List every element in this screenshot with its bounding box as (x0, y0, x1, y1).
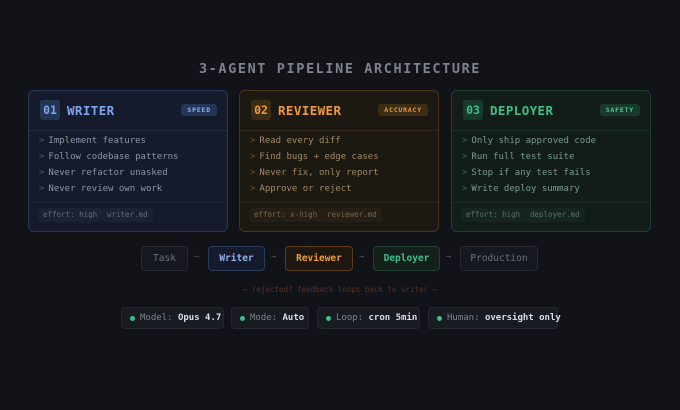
list-item: > Never fix, only report (250, 168, 379, 178)
reviewer-card-header: 02 REVIEWER ACCURACY (240, 91, 438, 131)
list-item: > Read every diff (250, 136, 341, 146)
bullet-marker: > (39, 184, 45, 194)
status-dot-icon (130, 316, 135, 321)
list-item: > Find bugs + edge cases (250, 152, 379, 162)
deployer-card-header: 03 DEPLOYER SAFETY (452, 91, 650, 131)
writer-card-divider (29, 202, 227, 203)
deployer-card: 03 DEPLOYER SAFETY > Only ship approved c… (451, 90, 651, 232)
deployer-name: DEPLOYER (490, 103, 554, 118)
flow-step-production: Production (460, 246, 538, 271)
bullet-marker: > (462, 152, 468, 162)
flow-arrow-icon: → (271, 252, 277, 262)
writer-effort-tag: effort: high (38, 208, 103, 222)
bullet-marker: > (250, 168, 256, 178)
list-item: > Run full test suite (462, 152, 575, 162)
flow-step-task: Task (141, 246, 188, 271)
bullet-marker: > (39, 168, 45, 178)
writer-card-header: 01 WRITER SPEED (29, 91, 227, 131)
deployer-card-divider (452, 202, 650, 203)
deployer-file-tag: deployer.md (525, 208, 585, 222)
flow-step-writer: Writer (208, 246, 265, 271)
list-item: > Never refactor unasked (39, 168, 168, 178)
flow-arrow-icon: → (359, 252, 365, 262)
list-item: > Implement features (39, 136, 146, 146)
flow-step-reviewer: Reviewer (285, 246, 353, 271)
list-item: > Follow codebase patterns (39, 152, 179, 162)
status-dot-icon (326, 316, 331, 321)
bullet-marker: > (39, 136, 45, 146)
list-item: > Stop if any test fails (462, 168, 591, 178)
writer-name: WRITER (67, 103, 115, 118)
status-chip-mode: Mode: Auto (231, 307, 309, 329)
status-label: Model: (140, 313, 173, 323)
bullet-marker: > (250, 136, 256, 146)
status-chip-model: Model: Opus 4.7 (121, 307, 224, 329)
status-value: Auto (282, 313, 305, 323)
status-chip-human: Human: oversight only (428, 307, 561, 329)
writer-task-list: > Implement features > Follow codebase pat… (39, 133, 219, 197)
list-item: > Write deploy summary (462, 184, 580, 194)
bullet-marker: > (39, 152, 45, 162)
status-label: Human: (447, 313, 480, 323)
reviewer-effort-tag: effort: x-high (249, 208, 323, 222)
deployer-badge: SAFETY (599, 104, 640, 116)
deployer-task-list: > Only ship approved code > Run full test … (462, 133, 642, 197)
reviewer-name: REVIEWER (278, 103, 342, 118)
pipeline-diagram: 3-AGENT PIPELINE ARCHITECTURE 01 WRITER … (0, 0, 680, 410)
bullet-marker: > (462, 168, 468, 178)
flow-step-deployer: Deployer (373, 246, 440, 271)
list-item: > Approve or reject (250, 184, 352, 194)
status-label: Mode: (250, 313, 278, 323)
reviewer-task-list: > Read every diff > Find bugs + edge cases… (250, 133, 430, 197)
reviewer-file-tag: reviewer.md (322, 208, 382, 222)
status-chip-loop: Loop: cron 5min (317, 307, 420, 329)
bullet-marker: > (250, 152, 256, 162)
list-item: > Only ship approved code (462, 136, 597, 146)
reviewer-card-divider (240, 202, 438, 203)
deployer-effort-tag: effort: high (461, 208, 526, 222)
deployer-number: 03 (463, 100, 483, 120)
bullet-marker: > (462, 136, 468, 146)
flow-arrow-icon: → (194, 252, 200, 262)
reviewer-number: 02 (251, 100, 271, 120)
reviewer-badge: ACCURACY (378, 104, 428, 116)
status-label: Loop: (336, 313, 364, 323)
writer-file-tag: writer.md (102, 208, 153, 222)
reviewer-card: 02 REVIEWER ACCURACY > Read every diff > F… (239, 90, 439, 232)
writer-card: 01 WRITER SPEED > Implement features > Fol… (28, 90, 228, 232)
status-dot-icon (240, 316, 245, 321)
writer-badge: SPEED (181, 104, 217, 116)
list-item: > Never review own work (39, 184, 163, 194)
status-dot-icon (437, 316, 442, 321)
status-value: Opus 4.7 (177, 313, 222, 323)
flow-arrow-icon: → (446, 252, 452, 262)
diagram-title: 3-AGENT PIPELINE ARCHITECTURE (198, 61, 482, 77)
bullet-marker: > (462, 184, 468, 194)
writer-number: 01 (40, 100, 60, 120)
bullet-marker: > (250, 184, 256, 194)
status-value: oversight only (484, 313, 561, 323)
feedback-loop-note: ← rejected? feedback loops back to write… (242, 285, 438, 294)
status-value: cron 5min (368, 313, 418, 323)
